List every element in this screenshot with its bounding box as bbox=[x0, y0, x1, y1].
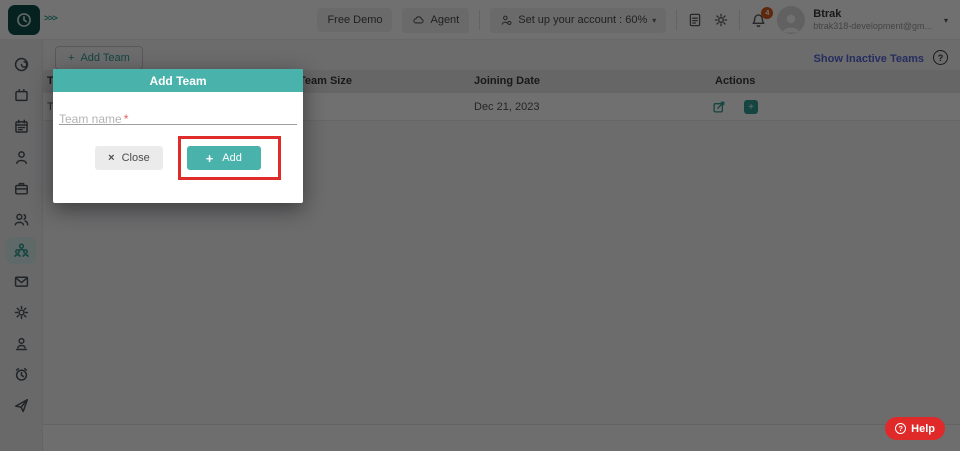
help-button[interactable]: ? Help bbox=[885, 417, 945, 440]
plus-icon: + bbox=[205, 150, 214, 166]
team-name-placeholder: Team name bbox=[59, 112, 122, 126]
modal-overlay[interactable] bbox=[0, 0, 960, 451]
close-button[interactable]: × Close bbox=[95, 146, 163, 170]
team-name-input[interactable]: Team name * bbox=[59, 110, 297, 126]
close-button-label: Close bbox=[121, 152, 150, 164]
required-asterisk: * bbox=[123, 112, 129, 126]
app-screen: >>> Free Demo Agent Set up your account … bbox=[0, 0, 960, 451]
help-button-label: Help bbox=[911, 422, 935, 435]
add-team-modal: Add Team Team name * × Close + Add bbox=[53, 69, 303, 203]
modal-title: Add Team bbox=[149, 73, 207, 88]
modal-button-row: × Close + Add bbox=[53, 146, 303, 170]
help-question-icon: ? bbox=[895, 423, 907, 434]
close-x-icon: × bbox=[108, 152, 115, 164]
add-button-label: Add bbox=[222, 152, 242, 164]
modal-header: Add Team bbox=[53, 69, 303, 92]
modal-add-button[interactable]: + Add bbox=[186, 146, 261, 170]
